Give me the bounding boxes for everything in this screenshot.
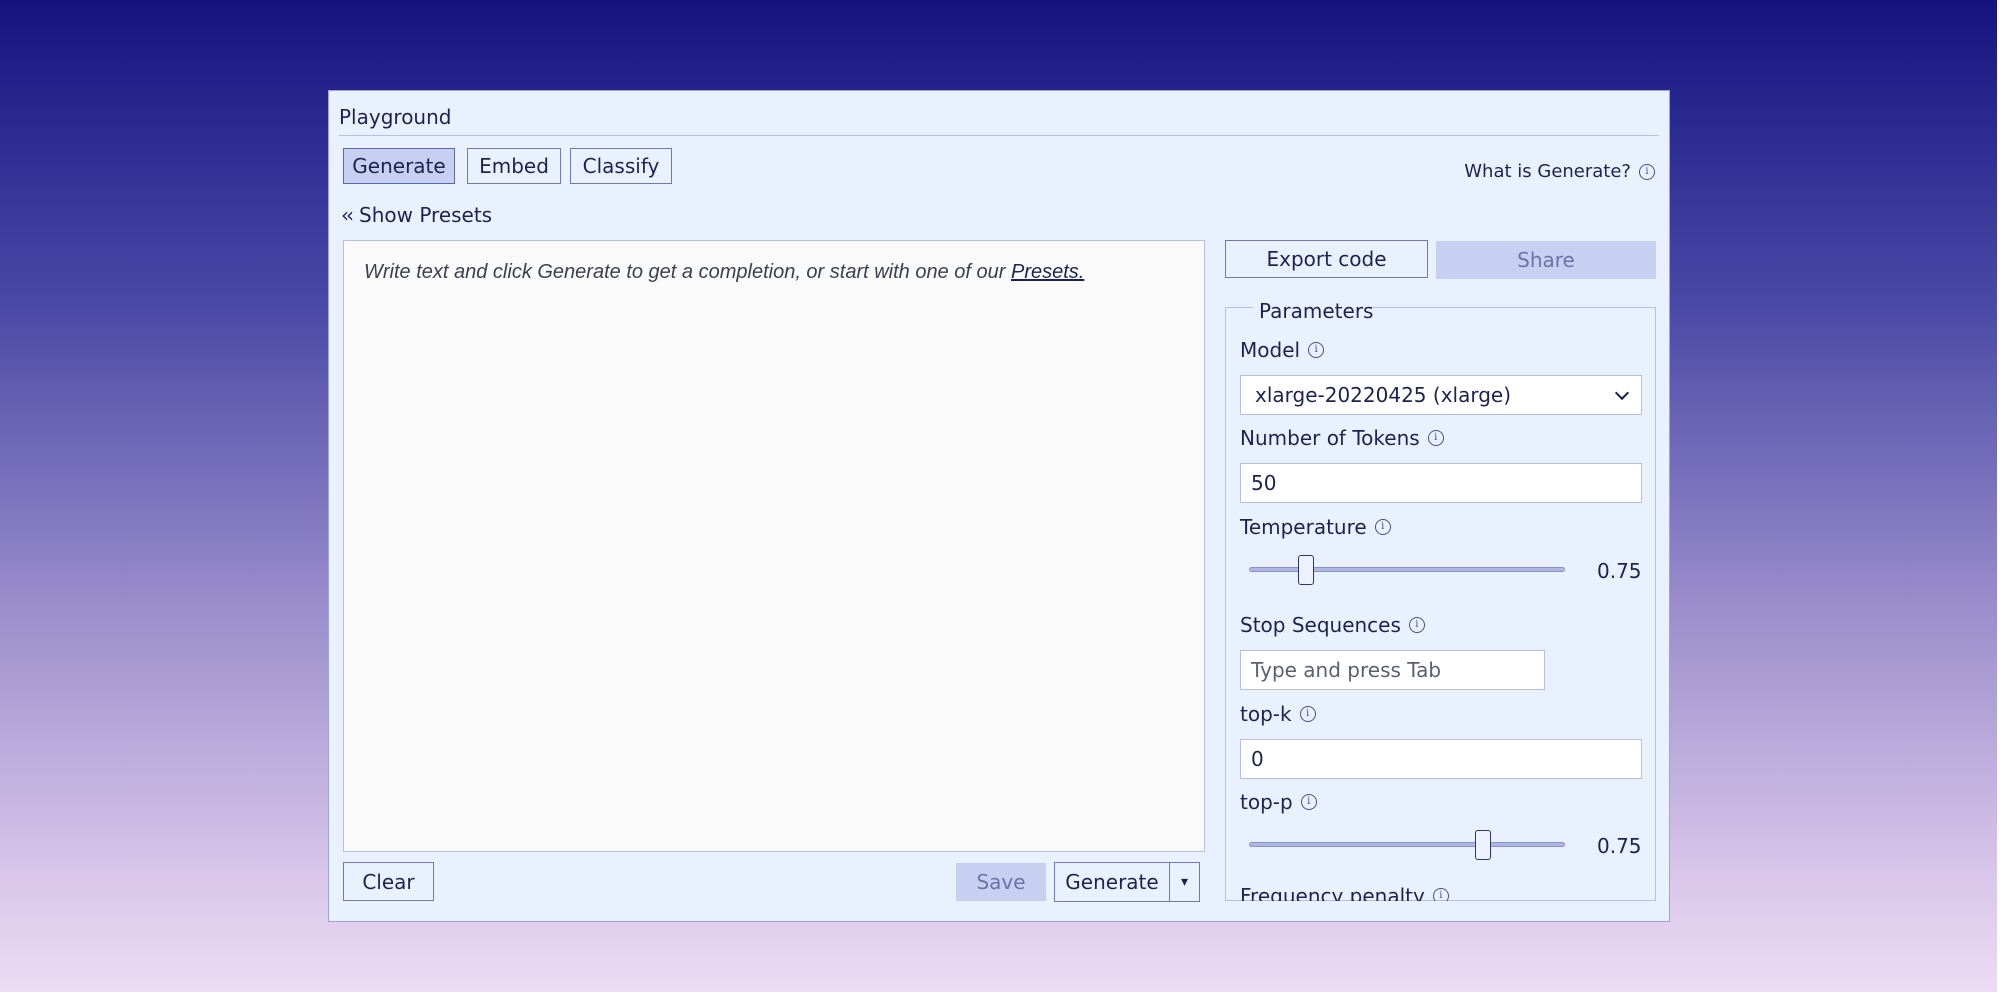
model-label: Model i — [1240, 338, 1325, 362]
slider-track[interactable] — [1249, 842, 1565, 847]
temperature-value: 0.75 — [1597, 559, 1642, 583]
stop-sequences-input[interactable]: Type and press Tab — [1240, 650, 1545, 690]
double-chevron-left-icon: ‹‹ — [341, 203, 354, 227]
what-is-generate-link[interactable]: What is Generate? i — [1464, 161, 1655, 182]
stop-sequences-label: Stop Sequences i — [1240, 613, 1425, 637]
show-presets-toggle[interactable]: ‹‹ Show Presets — [341, 203, 492, 227]
playground-window: Playground Generate Embed Classify What … — [328, 90, 1670, 922]
export-code-button[interactable]: Export code — [1225, 240, 1428, 278]
top-p-label: top-p i — [1240, 790, 1317, 814]
top-k-label: top-k i — [1240, 702, 1316, 726]
share-button[interactable]: Share — [1436, 241, 1656, 279]
prompt-editor[interactable]: Write text and click Generate to get a c… — [343, 240, 1205, 852]
window-title: Playground — [339, 105, 452, 129]
save-button[interactable]: Save — [956, 863, 1046, 901]
top-p-label-text: top-p — [1240, 790, 1293, 814]
title-divider — [339, 135, 1659, 136]
frequency-penalty-label: Frequency penalty i — [1240, 887, 1449, 901]
info-icon: i — [1639, 163, 1655, 180]
top-k-label-text: top-k — [1240, 702, 1292, 726]
tokens-label-text: Number of Tokens — [1240, 426, 1420, 450]
info-icon[interactable]: i — [1300, 794, 1317, 810]
clear-button[interactable]: Clear — [343, 862, 434, 901]
slider-track[interactable] — [1249, 567, 1565, 572]
stop-sequences-label-text: Stop Sequences — [1240, 613, 1401, 637]
model-value: xlarge-20220425 (xlarge) — [1255, 383, 1512, 407]
show-presets-label: Show Presets — [359, 203, 493, 227]
info-icon[interactable]: i — [1432, 888, 1449, 901]
presets-link[interactable]: Presets. — [1011, 261, 1084, 283]
editor-placeholder: Write text and click Generate to get a c… — [364, 261, 1084, 284]
info-icon[interactable]: i — [1299, 706, 1316, 722]
top-p-value: 0.75 — [1597, 834, 1642, 858]
model-select[interactable]: xlarge-20220425 (xlarge) — [1240, 375, 1642, 415]
scroll-clip: Frequency penalty i — [1225, 887, 1656, 901]
generate-options-dropdown[interactable]: ▾ — [1169, 862, 1200, 902]
top-p-slider[interactable] — [1249, 830, 1565, 860]
tab-embed[interactable]: Embed — [467, 148, 561, 184]
info-icon[interactable]: i — [1427, 430, 1444, 446]
slider-thumb[interactable] — [1297, 555, 1314, 585]
parameters-legend: Parameters — [1259, 299, 1374, 323]
model-label-text: Model — [1240, 338, 1301, 362]
info-icon[interactable]: i — [1308, 342, 1325, 358]
tokens-input[interactable]: 50 — [1240, 463, 1642, 503]
top-k-input[interactable]: 0 — [1240, 739, 1642, 779]
temperature-label-text: Temperature — [1240, 515, 1367, 539]
info-icon[interactable]: i — [1408, 617, 1425, 633]
generate-button[interactable]: Generate — [1054, 862, 1170, 902]
frequency-penalty-label-text: Frequency penalty — [1240, 887, 1425, 901]
tab-generate[interactable]: Generate — [343, 148, 455, 184]
help-link-label: What is Generate? — [1464, 161, 1631, 182]
chevron-down-icon — [1614, 385, 1630, 401]
tab-classify[interactable]: Classify — [570, 148, 672, 184]
info-icon[interactable]: i — [1374, 519, 1391, 535]
placeholder-text: Write text and click Generate to get a c… — [364, 261, 1011, 283]
temperature-slider[interactable] — [1249, 555, 1565, 585]
slider-thumb[interactable] — [1474, 830, 1491, 860]
temperature-label: Temperature i — [1240, 515, 1391, 539]
tokens-label: Number of Tokens i — [1240, 426, 1444, 450]
